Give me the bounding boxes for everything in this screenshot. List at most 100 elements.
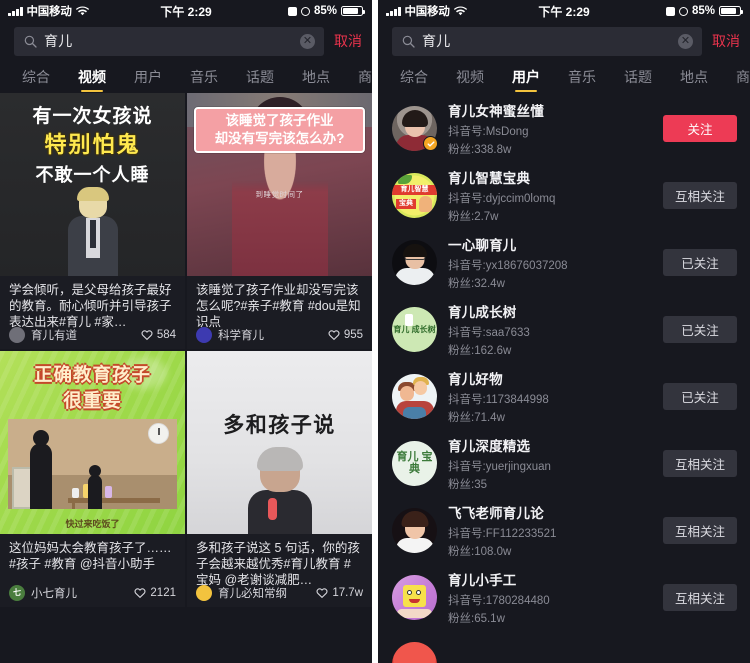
avatar[interactable] bbox=[392, 240, 437, 285]
tab-didian[interactable]: 地点 bbox=[680, 60, 708, 93]
video-thumbnail[interactable]: 该睡觉了孩子作业 却没有写完该怎么办? 到睡觉时间了 bbox=[187, 93, 372, 276]
avatar-wrapper[interactable] bbox=[392, 374, 437, 419]
tab-huati[interactable]: 话题 bbox=[624, 60, 652, 93]
video-thumbnail[interactable]: 多和孩子说 bbox=[187, 351, 372, 534]
avatar[interactable] bbox=[9, 327, 25, 343]
clear-search-icon[interactable]: ✕ bbox=[300, 33, 315, 49]
status-right-group: 85% bbox=[665, 5, 743, 17]
avatar[interactable] bbox=[392, 642, 437, 663]
battery-percent-label: 85% bbox=[691, 5, 715, 17]
avatar-wrapper[interactable] bbox=[392, 240, 437, 285]
user-douyin-id: 抖音号:yx18676037208 bbox=[448, 259, 568, 272]
user-name: 育儿智慧宝典 bbox=[448, 171, 531, 186]
tab-zonghe[interactable]: 综合 bbox=[400, 60, 428, 93]
cancel-search-button[interactable]: 取消 bbox=[712, 31, 740, 51]
avatar[interactable] bbox=[196, 585, 212, 601]
list-item[interactable]: 育儿小手工 抖音号:1780284480 粉丝:65.1w 互相关注 bbox=[378, 564, 750, 631]
verified-badge-icon bbox=[423, 136, 438, 151]
user-fans-count: 粉丝:71.4w bbox=[448, 412, 505, 424]
mutual-follow-button[interactable]: 互相关注 bbox=[663, 450, 737, 477]
following-button[interactable]: 已关注 bbox=[663, 249, 737, 276]
wifi-icon bbox=[75, 6, 89, 16]
tab-shipin[interactable]: 视频 bbox=[78, 60, 106, 93]
video-card[interactable]: 该睡觉了孩子作业 却没有写完该怎么办? 到睡觉时间了 该睡觉了孩子作业却没写完该… bbox=[187, 93, 372, 349]
video-like-count: 17.7w bbox=[316, 587, 363, 599]
tab-yinyue[interactable]: 音乐 bbox=[568, 60, 596, 93]
cancel-search-button[interactable]: 取消 bbox=[334, 31, 362, 51]
avatar[interactable]: 育儿 成长树 bbox=[392, 307, 437, 352]
list-item[interactable]: 育儿智慧 宝典 育儿智慧宝典 抖音号:dyjccim0lomq 粉丝:2.7w 互… bbox=[378, 162, 750, 229]
list-item[interactable] bbox=[378, 631, 750, 663]
mutual-follow-button[interactable]: 互相关注 bbox=[663, 182, 737, 209]
tab-yonghu[interactable]: 用户 bbox=[512, 60, 540, 93]
tab-yonghu[interactable]: 用户 bbox=[134, 60, 162, 93]
list-item[interactable]: 育儿女神蜜丝懂 抖音号:MsDong 粉丝:338.8w 关注 bbox=[378, 95, 750, 162]
avatar-wrapper[interactable] bbox=[392, 642, 437, 663]
thumbnail-scene bbox=[8, 419, 177, 509]
avatar[interactable] bbox=[392, 374, 437, 419]
video-description: 该睡觉了孩子作业却没写完该怎么呢?#亲子#教育 #dou是知识点 bbox=[196, 283, 361, 329]
thumbnail-subtitle: 到睡觉时间了 bbox=[255, 190, 304, 199]
tab-shangpin[interactable]: 商品 bbox=[358, 60, 372, 93]
like-count-value: 584 bbox=[156, 329, 176, 341]
video-description: 学会倾听，是父母给孩子最好的教育。耐心倾听并引导孩子表达出来#育儿 #家… bbox=[9, 283, 172, 329]
battery-icon bbox=[341, 5, 365, 17]
mutual-follow-button[interactable]: 互相关注 bbox=[663, 517, 737, 544]
avatar-wrapper[interactable]: 育儿智慧 宝典 bbox=[392, 173, 437, 218]
avatar-wrapper[interactable]: 育儿 宝典 bbox=[392, 441, 437, 486]
user-info: 育儿小手工 抖音号:1780284480 粉丝:65.1w bbox=[448, 569, 652, 626]
user-douyin-id: 抖音号:dyjccim0lomq bbox=[448, 192, 556, 205]
user-douyin-id: 抖音号:saa7633 bbox=[448, 326, 530, 339]
video-description: 多和孩子说这 5 句话，你的孩子会越来越优秀#育儿教育 #宝妈 @老谢谈减肥… bbox=[196, 541, 360, 587]
follow-button[interactable]: 关注 bbox=[663, 115, 737, 142]
search-input[interactable]: 育儿 ✕ bbox=[392, 26, 702, 56]
search-input[interactable]: 育儿 ✕ bbox=[14, 26, 324, 56]
avatar[interactable]: 育儿智慧 宝典 bbox=[392, 173, 437, 218]
tab-shipin[interactable]: 视频 bbox=[456, 60, 484, 93]
like-count-value: 17.7w bbox=[332, 587, 363, 599]
user-fans-count: 粉丝:2.7w bbox=[448, 211, 499, 223]
alarm-icon bbox=[665, 6, 675, 16]
video-author-name[interactable]: 科学育儿 bbox=[218, 327, 322, 343]
list-item[interactable]: 飞飞老师育儿论 抖音号:FF112233521 粉丝:108.0w 互相关注 bbox=[378, 497, 750, 564]
video-thumbnail[interactable]: 有一次女孩说 特别怕鬼 不敢一个人睡 bbox=[0, 93, 185, 276]
video-author-name[interactable]: 小七育儿 bbox=[31, 585, 128, 601]
avatar[interactable] bbox=[392, 508, 437, 553]
tab-zonghe[interactable]: 综合 bbox=[22, 60, 50, 93]
avatar[interactable] bbox=[196, 327, 212, 343]
tab-huati[interactable]: 话题 bbox=[246, 60, 274, 93]
video-author-name[interactable]: 育儿必知常纲 bbox=[218, 585, 310, 601]
user-fans-count: 粉丝:32.4w bbox=[448, 278, 505, 290]
video-thumbnail[interactable]: 正确教育孩子 很重要 快过来吃饭了 bbox=[0, 351, 185, 534]
list-item[interactable]: 一心聊育儿 抖音号:yx18676037208 粉丝:32.4w 已关注 bbox=[378, 229, 750, 296]
video-meta: 多和孩子说这 5 句话，你的孩子会越来越优秀#育儿教育 #宝妈 @老谢谈减肥… bbox=[187, 534, 372, 588]
like-count-value: 955 bbox=[343, 329, 363, 341]
tab-shangpin[interactable]: 商品 bbox=[736, 60, 750, 93]
wifi-icon bbox=[453, 6, 467, 16]
dual-phone-screenshot: 中国移动 下午 2:29 85% 育儿 ✕ 取消 综合 视频 用户 音乐 话题 … bbox=[0, 0, 750, 663]
video-card[interactable]: 正确教育孩子 很重要 快过来吃饭了 这位妈妈太会教育孩子了……#孩子 #教育 @… bbox=[0, 351, 185, 607]
avatar-wrapper[interactable] bbox=[392, 508, 437, 553]
user-info: 育儿深度精选 抖音号:yuerjingxuan 粉丝:35 bbox=[448, 435, 652, 492]
clear-search-icon[interactable]: ✕ bbox=[678, 33, 693, 49]
avatar[interactable]: 育儿 宝典 bbox=[392, 441, 437, 486]
list-item[interactable]: 育儿好物 抖音号:1173844998 粉丝:71.4w 已关注 bbox=[378, 363, 750, 430]
avatar-wrapper[interactable] bbox=[392, 575, 437, 620]
user-name: 育儿成长树 bbox=[448, 305, 517, 320]
user-name: 飞飞老师育儿论 bbox=[448, 506, 544, 521]
avatar[interactable]: 七 bbox=[9, 585, 25, 601]
avatar-wrapper[interactable]: 育儿 成长树 bbox=[392, 307, 437, 352]
tab-yinyue[interactable]: 音乐 bbox=[190, 60, 218, 93]
video-author-name[interactable]: 育儿有道 bbox=[31, 327, 135, 343]
video-card[interactable]: 有一次女孩说 特别怕鬼 不敢一个人睡 学会倾听，是父母给孩子最好的教育。耐心倾听… bbox=[0, 93, 185, 349]
tab-didian[interactable]: 地点 bbox=[302, 60, 330, 93]
following-button[interactable]: 已关注 bbox=[663, 316, 737, 343]
mutual-follow-button[interactable]: 互相关注 bbox=[663, 584, 737, 611]
video-card[interactable]: 多和孩子说 多和孩子说这 5 句话，你的孩子会越来越优秀#育儿教育 #宝妈 @老… bbox=[187, 351, 372, 607]
list-item[interactable]: 育儿 宝典 育儿深度精选 抖音号:yuerjingxuan 粉丝:35 互相关注 bbox=[378, 430, 750, 497]
following-button[interactable]: 已关注 bbox=[663, 383, 737, 410]
list-item[interactable]: 育儿 成长树 育儿成长树 抖音号:saa7633 粉丝:162.6w 已关注 bbox=[378, 296, 750, 363]
avatar[interactable] bbox=[392, 575, 437, 620]
avatar-wrapper[interactable] bbox=[392, 106, 438, 151]
search-row-right: 育儿 ✕ 取消 bbox=[378, 22, 750, 60]
